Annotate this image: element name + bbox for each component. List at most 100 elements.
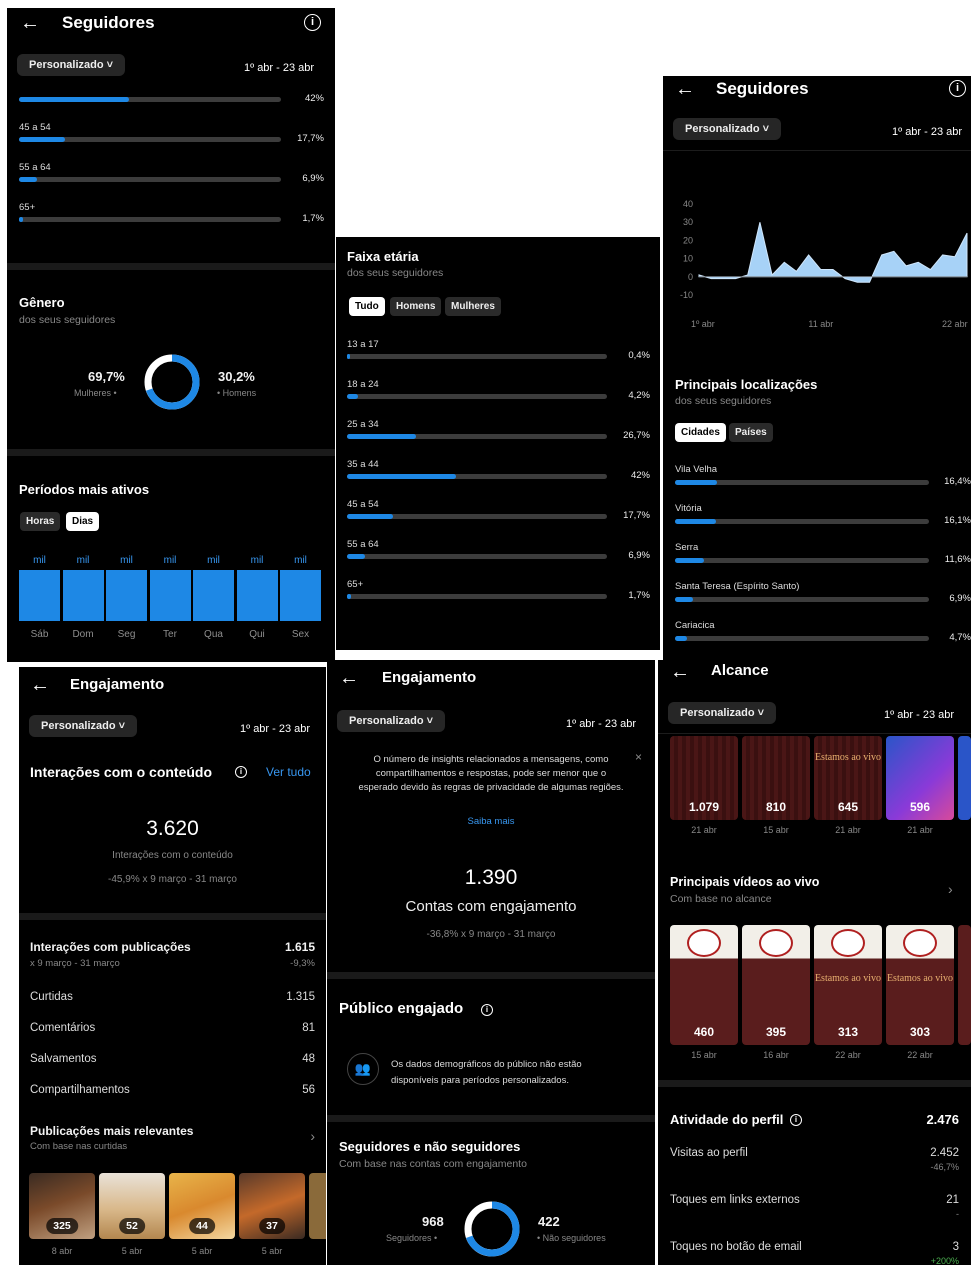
engaged-audience-title: Público engajado	[339, 1000, 464, 1017]
period-dropdown[interactable]: Personalizado ˅	[29, 715, 138, 737]
day-label: Sáb	[30, 629, 49, 640]
day-label: Ter	[163, 629, 177, 640]
tab-men[interactable]: Homens	[390, 297, 442, 316]
tab-women[interactable]: Mulheres	[445, 297, 501, 316]
info-icon[interactable]: i	[304, 14, 321, 31]
info-icon[interactable]: i	[949, 80, 966, 97]
reel-date: 15 abr	[763, 825, 789, 835]
total-interactions-label: Interações com o conteúdo	[112, 850, 233, 861]
period-dropdown[interactable]: Personalizado ˅	[668, 702, 777, 724]
engaged-accounts-label: Contas com engajamento	[405, 898, 577, 915]
bar-percent: 4,7%	[949, 632, 971, 643]
y-tick-label: 30	[683, 217, 693, 227]
locations-title: Principais localizações	[675, 377, 818, 392]
bar-fill	[347, 554, 365, 559]
page-title: Alcance	[711, 662, 769, 679]
period-dropdown[interactable]: Personalizado ˅	[17, 54, 126, 76]
post-thumbnail[interactable]: 325	[29, 1173, 95, 1239]
page-title: Seguidores	[716, 79, 809, 98]
panel-engaged-accounts: ← Engajamento Personalizado ˅ 1º abr - 2…	[327, 660, 655, 1265]
post-thumbnail[interactable]: 52	[99, 1173, 165, 1239]
tab-cities[interactable]: Cidades	[675, 423, 726, 442]
bar-track	[347, 434, 607, 439]
back-arrow-icon[interactable]: ←	[30, 675, 50, 695]
tab-all[interactable]: Tudo	[349, 297, 385, 316]
bar-fill	[347, 354, 350, 359]
day-bar	[280, 570, 321, 621]
post-thumbnail[interactable]: 44	[169, 1173, 235, 1239]
divider	[658, 1080, 971, 1087]
reel-thumbnail[interactable]: Estamos ao vivo 645	[814, 736, 882, 820]
tab-days[interactable]: Dias	[66, 512, 100, 531]
date-range: 1º abr - 23 abr	[892, 126, 963, 138]
bar-percent: 4,2%	[628, 390, 650, 401]
followers-split-title: Seguidores e não seguidores	[339, 1139, 521, 1154]
reel-thumbnail[interactable]: 810	[742, 736, 810, 820]
chevron-right-icon[interactable]: ›	[948, 881, 953, 897]
panel-followers-demographics: ← Seguidores i Personalizado ˅ 1º abr - …	[7, 8, 335, 662]
men-label: • Homens	[217, 388, 257, 398]
post-thumbnail-partial[interactable]	[309, 1173, 326, 1239]
bar-label: Santa Teresa (Espírito Santo)	[675, 581, 800, 592]
men-percent: 30,2%	[218, 369, 255, 384]
bar-track	[347, 474, 607, 479]
thumbnail-partial[interactable]	[958, 925, 971, 1045]
live-thumbnail[interactable]: Estamos ao vivo 313	[814, 925, 882, 1045]
profile-activity-label: Toques no botão de email	[670, 1241, 802, 1253]
info-icon[interactable]: i	[235, 766, 247, 778]
reel-date: 21 abr	[691, 825, 717, 835]
day-bar-top-label: mil	[120, 555, 133, 566]
profile-activity-label: Toques em links externos	[670, 1194, 800, 1206]
chevron-right-icon[interactable]: ›	[310, 1128, 315, 1144]
live-thumbnail[interactable]: 460	[670, 925, 738, 1045]
bar-label: 65+	[347, 579, 364, 590]
learn-more-link[interactable]: Saiba mais	[327, 816, 655, 827]
period-dropdown[interactable]: Personalizado ˅	[673, 118, 782, 140]
reel-thumbnail[interactable]: 596	[886, 736, 954, 820]
day-bar	[149, 570, 191, 621]
thumbnail-partial[interactable]	[958, 736, 971, 820]
day-bar-top-label: mil	[207, 555, 220, 566]
interaction-label: Curtidas	[30, 991, 73, 1003]
x-tick-label: 11 abr	[808, 319, 833, 329]
bar-label: 55 a 64	[19, 162, 51, 173]
y-tick-label: -10	[680, 290, 693, 300]
bar-track	[347, 514, 607, 519]
post-date: 5 abr	[261, 1246, 283, 1256]
day-label: Sex	[291, 629, 310, 640]
post-interactions-title: Interações com publicações	[30, 940, 191, 954]
back-arrow-icon[interactable]: ←	[339, 668, 359, 688]
bar-percent: 6,9%	[628, 550, 650, 561]
live-thumbnail[interactable]: 395	[742, 925, 810, 1045]
bar-fill	[19, 137, 66, 142]
gender-donut	[144, 354, 200, 410]
locations-subtitle: dos seus seguidores	[675, 395, 772, 407]
reel-thumbnail[interactable]: 1.079	[670, 736, 738, 820]
info-icon[interactable]: i	[790, 1114, 802, 1126]
live-reach: 395	[765, 1025, 787, 1039]
profile-activity-change: +200%	[930, 1256, 959, 1265]
live-thumbnail[interactable]: Estamos ao vivo 303	[886, 925, 954, 1045]
info-icon[interactable]: i	[481, 1004, 493, 1016]
bar-label: Vitória	[675, 503, 702, 514]
post-thumbnail[interactable]: 37	[239, 1173, 305, 1239]
top-posts-title[interactable]: Publicações mais relevantes	[30, 1124, 193, 1138]
divider	[327, 1115, 655, 1122]
women-label: Mulheres •	[74, 388, 117, 398]
bar-fill	[675, 597, 693, 602]
date-range: 1º abr - 23 abr	[566, 718, 637, 730]
bar-percent: 17,7%	[297, 133, 324, 144]
back-arrow-icon[interactable]: ←	[20, 13, 40, 33]
tab-countries[interactable]: Países	[729, 423, 773, 442]
x-tick-label: 1º abr	[691, 319, 715, 329]
top-live-title[interactable]: Principais vídeos ao vivo	[670, 875, 819, 889]
day-label: Qua	[204, 629, 223, 640]
close-icon[interactable]: ×	[635, 750, 642, 764]
back-arrow-icon[interactable]: ←	[675, 79, 695, 99]
tab-hours[interactable]: Horas	[20, 512, 61, 531]
back-arrow-icon[interactable]: ←	[670, 662, 690, 682]
period-dropdown[interactable]: Personalizado ˅	[337, 710, 446, 732]
reel-reach: 810	[765, 800, 787, 814]
interaction-value: 1.315	[286, 991, 315, 1003]
see-all-link[interactable]: Ver tudo	[266, 765, 311, 779]
